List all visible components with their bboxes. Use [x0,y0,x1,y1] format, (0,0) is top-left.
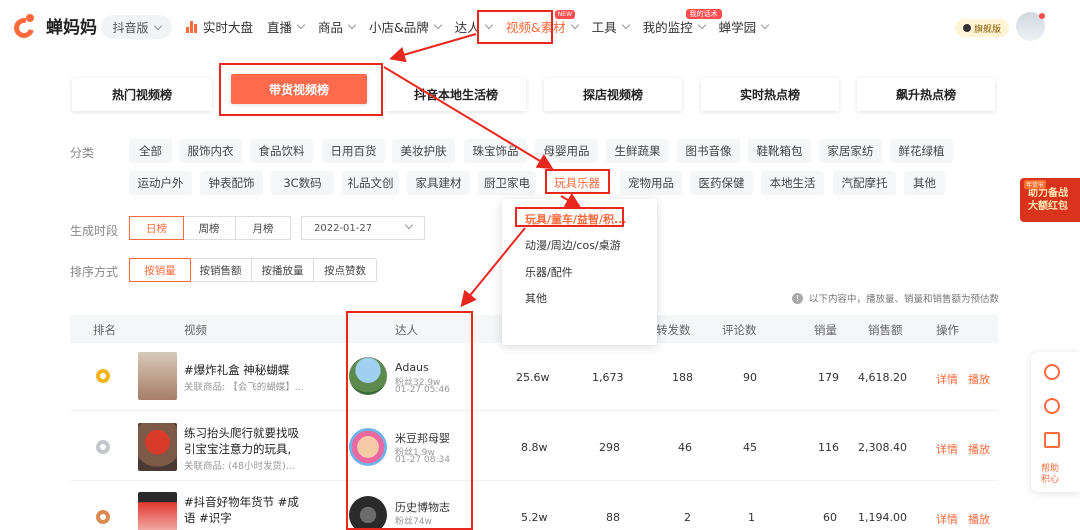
chat-icon[interactable] [1044,398,1060,414]
floating-toolbar: 帮助 积心 [1031,352,1080,492]
banner-line: 大额红包 [1028,201,1068,212]
banner-tag: 年货节 [1024,180,1047,189]
qrcode-icon[interactable] [1044,432,1060,448]
help-line: 帮助 [1041,464,1060,474]
help-link[interactable]: 帮助 积心 [1041,464,1059,486]
help-line: 积心 [1041,475,1060,485]
annotation-arrows [383,33,582,308]
tiktok-icon[interactable] [1044,364,1060,380]
